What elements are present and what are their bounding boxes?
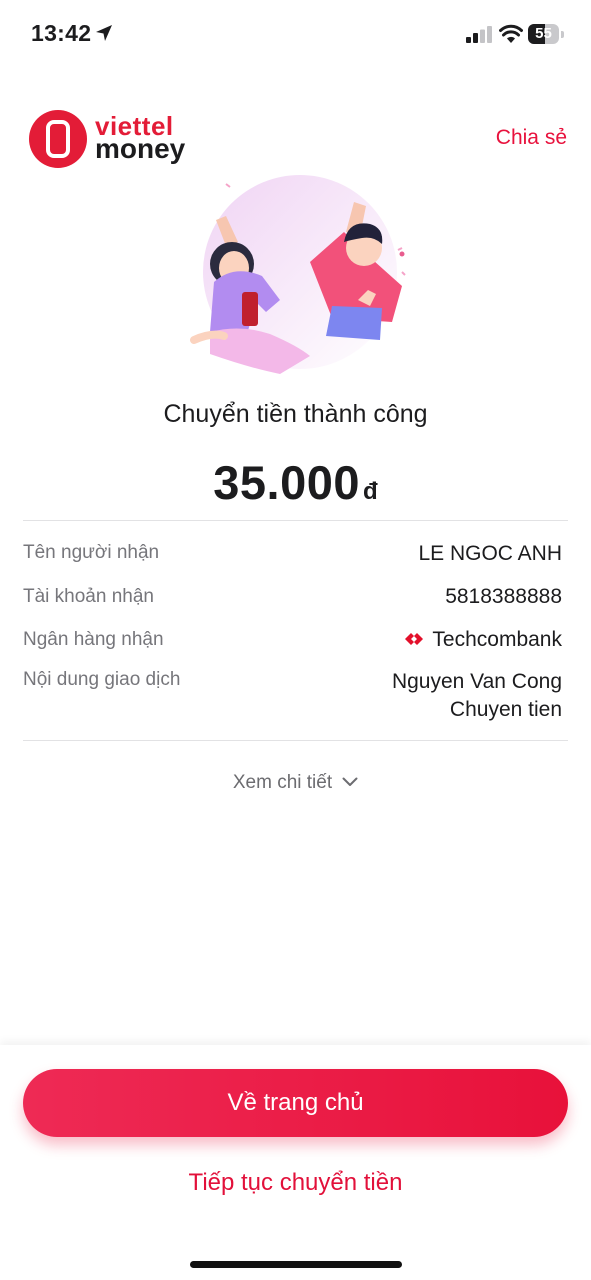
chevron-down-icon [342,777,358,786]
see-more-label: Xem chi tiết [232,772,333,793]
viettel-money-logo: viettel money [28,108,203,170]
account-number-label: Tài khoản nhận [23,586,154,607]
continue-transfer-button[interactable]: Tiếp tục chuyển tiền [0,1169,591,1197]
signal-icon [466,26,492,43]
recipient-name-value: LE NGOC ANH [418,542,562,565]
recipient-name-label: Tên người nhận [23,542,160,563]
bank-name: Techcombank [432,628,562,651]
see-more-toggle[interactable]: Xem chi tiết [0,772,591,794]
amount-value: 35.000 [213,456,361,509]
amount-display: 35.000 đ [0,455,591,510]
status-time: 13:42 [31,20,92,46]
divider-top [23,520,568,521]
bank-value: Techcombank [405,626,562,654]
status-bar: 13:42 55 [0,0,591,70]
home-indicator[interactable] [190,1261,402,1268]
wifi-icon [499,24,523,43]
transaction-content-value: Nguyen Van Cong Chuyen tien [392,668,562,724]
battery-level-text: 55 [535,25,552,42]
currency-symbol: đ [363,478,378,505]
battery-icon: 55 [528,24,565,44]
transaction-content-line2: Chuyen tien [449,698,562,721]
success-title: Chuyển tiền thành công [163,400,428,428]
divider-bottom [23,740,568,741]
brand-name-line2: money [95,133,186,164]
transaction-content-label: Nội dung giao dịch [23,669,181,690]
home-button[interactable]: Về trang chủ [23,1069,568,1137]
transaction-content-line1: Nguyen Van Cong [391,670,562,693]
bank-label: Ngân hàng nhận [23,629,164,650]
account-number-value: 5818388888 [445,585,562,608]
success-illustration [190,175,406,374]
viettel-logo-icon [29,110,87,168]
techcombank-logo-icon [405,632,424,645]
share-link[interactable]: Chia sẻ [496,126,567,150]
location-arrow-icon [96,25,112,41]
